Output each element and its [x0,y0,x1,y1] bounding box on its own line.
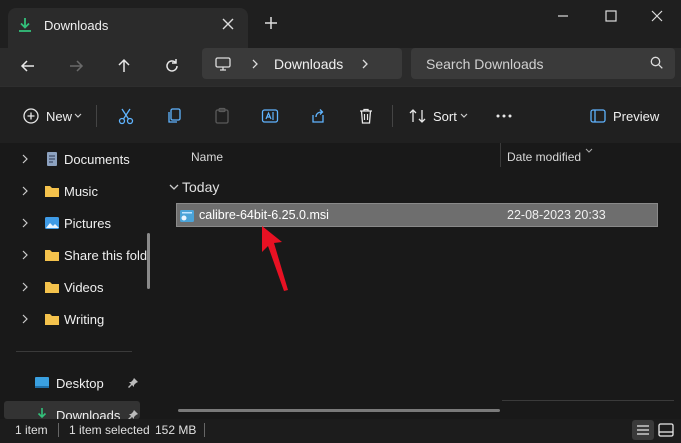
delete-icon[interactable] [357,107,375,128]
sort-button[interactable]: Sort [433,109,457,124]
close-icon[interactable] [647,6,667,29]
selection-size: 152 MB [155,423,197,437]
selection-count: 1 item selected [69,423,150,437]
chevron-right-icon[interactable] [20,153,30,168]
divider [16,351,132,352]
folder-icon [44,279,60,298]
download-icon [16,16,34,37]
chevron-right-icon[interactable] [20,185,30,200]
search-placeholder: Search Downloads [426,56,544,72]
refresh-icon[interactable] [162,56,182,79]
column-divider[interactable] [500,143,501,167]
command-bar: New Sort Preview [0,86,681,143]
documents-icon [44,151,60,170]
cut-icon[interactable] [117,107,135,128]
sidebar-item-label: Pictures [64,216,111,231]
rename-icon[interactable] [261,107,279,128]
pin-icon[interactable] [127,377,139,392]
folder-icon [44,183,60,202]
sidebar-item-pictures[interactable]: Pictures [0,209,150,237]
new-icon[interactable] [22,107,40,128]
folder-icon [44,311,60,330]
file-list: Name Date modified Today calibre-64bit-6… [160,143,681,419]
sidebar-item-label: Share this fold [64,248,148,263]
chevron-down-icon[interactable] [73,109,83,126]
sort-icon[interactable] [408,107,428,128]
tiles-view-icon [655,423,677,443]
arrow-pointer-icon [248,222,298,297]
chevron-right-icon[interactable] [20,281,30,296]
forward-icon[interactable] [66,56,86,79]
sidebar-item-label: Music [64,184,98,199]
share-icon[interactable] [309,107,327,128]
tab-title: Downloads [44,18,109,33]
preview-button[interactable]: Preview [613,109,659,124]
tab-downloads[interactable]: Downloads [8,8,248,48]
file-name: calibre-64bit-6.25.0.msi [199,208,329,222]
item-count: 1 item [15,423,48,437]
new-button[interactable]: New [46,109,72,124]
sidebar-item-label: Documents [64,152,130,167]
folder-icon [44,247,60,266]
plus-icon[interactable] [262,14,280,35]
sidebar-item-desktop[interactable]: Desktop [0,369,150,397]
minimize-icon[interactable] [553,6,573,29]
main-content: Documents Music Pictures Share this fold… [0,143,681,423]
sort-indicator-icon [584,143,594,158]
preview-pane-icon[interactable] [589,107,607,128]
divider [96,105,97,127]
group-label: Today [182,179,220,195]
msi-installer-icon [179,208,195,227]
sidebar-item-label: Writing [64,312,105,327]
sidebar-item-documents[interactable]: Documents [0,145,150,173]
chevron-right-icon[interactable] [248,55,262,76]
status-bar: 1 item 1 item selected 152 MB [0,419,681,442]
breadcrumb-downloads[interactable]: Downloads [274,56,343,72]
close-icon[interactable] [220,16,236,35]
maximize-icon[interactable] [601,6,621,29]
divider [204,423,205,437]
sidebar-item-share-this-folder[interactable]: Share this fold [0,241,150,269]
sidebar-item-writing[interactable]: Writing [0,305,150,333]
address-bar[interactable]: Downloads [202,48,402,79]
chevron-right-icon[interactable] [20,249,30,264]
scrollbar-thumb[interactable] [147,233,150,289]
sidebar-item-music[interactable]: Music [0,177,150,205]
navigation-bar: Downloads Search Downloads [0,48,681,86]
chevron-down-icon[interactable] [168,181,180,196]
chevron-right-icon[interactable] [358,55,372,76]
back-icon[interactable] [18,56,38,79]
more-icon[interactable] [494,107,514,128]
horizontal-scrollbar[interactable] [178,409,500,412]
desktop-icon [34,375,50,394]
chevron-down-icon[interactable] [459,109,469,126]
divider [392,105,393,127]
details-view-button[interactable] [632,420,654,440]
divider [58,423,59,437]
column-header-date-modified[interactable]: Date modified [507,150,581,164]
file-date-modified: 22-08-2023 20:33 [507,208,606,222]
search-input[interactable]: Search Downloads [411,48,675,79]
sidebar-item-label: Desktop [56,376,104,391]
tiles-view-button[interactable] [655,420,677,440]
details-view-icon [632,425,654,443]
navigation-pane: Documents Music Pictures Share this fold… [0,143,160,423]
copy-icon[interactable] [165,107,183,128]
paste-icon[interactable] [213,107,231,128]
sidebar-item-videos[interactable]: Videos [0,273,150,301]
pictures-icon [44,215,60,234]
sidebar-item-label: Videos [64,280,104,295]
title-bar: Downloads [0,0,681,48]
search-icon[interactable] [649,55,665,74]
this-pc-icon[interactable] [214,55,232,76]
divider [502,400,674,401]
chevron-right-icon[interactable] [20,217,30,232]
up-icon[interactable] [114,56,134,79]
chevron-right-icon[interactable] [20,313,30,328]
column-header-name[interactable]: Name [191,150,223,164]
